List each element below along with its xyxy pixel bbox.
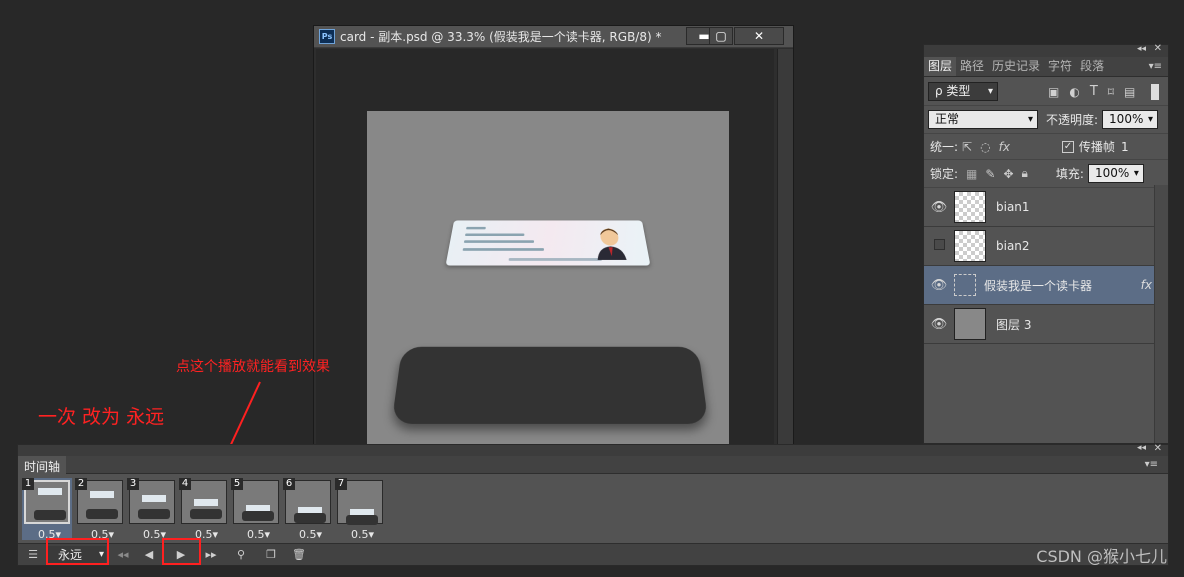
layer-name: bian1 (996, 200, 1030, 214)
panel-tabs: 图层 路径 历史记录 字符 段落 ▾≡ (924, 55, 1168, 77)
layer-thumbnail (954, 230, 986, 262)
frame-number: 7 (335, 478, 347, 490)
propagate-value: 1 (1120, 139, 1129, 154)
delete-frame-icon[interactable]: 🗑︎ (288, 546, 310, 564)
filter-row: ρ 类型 ▣ ◐ T ⌑ ▤ (924, 78, 1168, 106)
frame-number: 4 (179, 478, 191, 490)
lock-transparent-icon[interactable]: ▦ (966, 167, 977, 181)
layer-row-card-reader[interactable]: 👁︎ 假装我是一个读卡器 fx (924, 266, 1154, 305)
fill-input[interactable]: 100% (1087, 164, 1144, 183)
convert-timeline-icon[interactable]: ☰ (22, 546, 44, 564)
collapse-icon[interactable]: ◂◂ (1137, 44, 1146, 54)
tab-character[interactable]: 字符 (1044, 55, 1076, 76)
filter-toggle[interactable] (1151, 83, 1160, 100)
eye-hidden-icon[interactable] (924, 238, 954, 254)
lock-brush-icon[interactable]: ✎ (985, 167, 995, 181)
opacity-label: 不透明度: (1046, 113, 1099, 127)
timeline-frame-6[interactable]: 6 0.5▾ (283, 478, 333, 541)
layer-thumbnail (954, 308, 986, 340)
fill-label: 填充: (1055, 167, 1084, 181)
layer-name: 假装我是一个读卡器 (984, 278, 1093, 293)
frame-number: 2 (75, 478, 87, 490)
first-frame-icon[interactable]: ◂◂ (112, 546, 134, 564)
layer-row-bian2[interactable]: bian2 (924, 227, 1154, 266)
frame-number: 5 (231, 478, 243, 490)
lock-move-icon[interactable]: ✥ (1003, 167, 1013, 181)
layers-scrollbar[interactable] (1154, 185, 1168, 443)
timeline-frame-2[interactable]: 2 0.5▾ (75, 478, 125, 541)
tab-history[interactable]: 历史记录 (988, 55, 1044, 76)
timeline-frame-3[interactable]: 3 0.5▾ (127, 478, 177, 541)
panel-menu-icon[interactable]: ▾≡ (1149, 61, 1162, 72)
filter-pixel-icon[interactable]: ▣ (1048, 85, 1059, 99)
layer-row-layer3[interactable]: 👁︎ 图层 3 (924, 305, 1154, 344)
frame-delay[interactable]: 0.5▾ (351, 528, 374, 541)
filter-shape-icon[interactable]: ⌑ (1108, 85, 1114, 99)
shape-layer-thumbnail (954, 274, 976, 296)
blend-mode-select[interactable]: 正常 (928, 110, 1038, 129)
unify-visibility-icon[interactable]: ◌ (980, 140, 990, 154)
filter-kind-select[interactable]: ρ 类型 (928, 82, 998, 101)
propagate-checkbox[interactable]: ✓ (1061, 140, 1074, 153)
frame-delay[interactable]: 0.5▾ (299, 528, 322, 541)
timeline-frame-5[interactable]: 5 0.5▾ (231, 478, 281, 541)
collapse-icon[interactable]: ◂◂ (1137, 443, 1146, 453)
timeline-frame-7[interactable]: 7 0.5▾ (335, 478, 385, 541)
next-frame-icon[interactable]: ▸▸ (200, 546, 222, 564)
layer-row-bian1[interactable]: 👁︎ bian1 (924, 188, 1154, 227)
close-panel-icon[interactable]: ✕ (1154, 443, 1162, 454)
loop-highlight-box (46, 538, 109, 565)
unify-label: 统一: (930, 140, 959, 154)
eye-icon[interactable]: 👁︎ (924, 317, 954, 332)
filter-adjustment-icon[interactable]: ◐ (1069, 85, 1079, 99)
tween-icon[interactable]: ⚲ (230, 546, 252, 564)
watermark: CSDN @猴小七儿 (1036, 547, 1167, 566)
tab-paths[interactable]: 路径 (956, 55, 988, 76)
layers-panel[interactable]: ◂◂ ✕ 图层 路径 历史记录 字符 段落 ▾≡ ρ 类型 ▣ ◐ T ⌑ ▤ … (923, 43, 1169, 444)
lock-label: 锁定: (930, 167, 959, 181)
timeline-frame-4[interactable]: 4 0.5▾ (179, 478, 229, 541)
filter-type-icon[interactable]: T (1090, 84, 1098, 99)
tab-paragraph[interactable]: 段落 (1076, 55, 1108, 76)
timeline-tab[interactable]: 时间轴 (18, 456, 67, 477)
previous-frame-icon[interactable]: ◀ (138, 546, 160, 564)
unify-row: 统一: ⇱ ◌ fx ✓ 传播帧 1 (924, 134, 1168, 160)
layer-thumbnail (954, 191, 986, 223)
close-panel-icon[interactable]: ✕ (1154, 43, 1162, 54)
timeline-top-strip: ◂◂ ✕ (18, 443, 1168, 456)
propagate-label: 传播帧 (1078, 140, 1115, 154)
timeline-header: 时间轴 ▾≡ (18, 456, 1168, 477)
unify-position-icon[interactable]: ⇱ (962, 140, 972, 154)
layer-name: 图层 3 (996, 317, 1032, 332)
frame-number: 1 (22, 478, 34, 490)
eye-icon[interactable]: 👁︎ (924, 200, 954, 215)
tab-layers[interactable]: 图层 (924, 55, 957, 76)
blend-row: 正常 不透明度: 100% (924, 106, 1168, 134)
fx-icon[interactable]: fx (1141, 278, 1152, 292)
duplicate-frame-icon[interactable]: ❐ (260, 546, 282, 564)
lock-row: 锁定: ▦ ✎ ✥ 🔒︎ 填充: 100% (924, 160, 1168, 188)
unify-style-icon[interactable]: fx (999, 140, 1010, 154)
photoshop-workspace: Ps card - 副本.psd @ 33.3% (假装我是一个读卡器, RGB… (0, 0, 1184, 577)
layer-name: bian2 (996, 239, 1030, 253)
timeline-frame-1[interactable]: 1 0.5▾ (22, 478, 72, 541)
frame-delay[interactable]: 0.5▾ (247, 528, 270, 541)
frame-number: 6 (283, 478, 295, 490)
panel-top-strip: ◂◂ ✕ (924, 43, 1168, 57)
eye-icon[interactable]: 👁︎ (924, 278, 954, 293)
lock-all-icon[interactable]: 🔒︎ (1022, 166, 1028, 181)
timeline-menu-icon[interactable]: ▾≡ (1139, 457, 1164, 472)
frame-number: 3 (127, 478, 139, 490)
opacity-input[interactable]: 100% (1102, 110, 1159, 129)
play-highlight-box (162, 538, 201, 565)
filter-smart-icon[interactable]: ▤ (1124, 85, 1135, 99)
